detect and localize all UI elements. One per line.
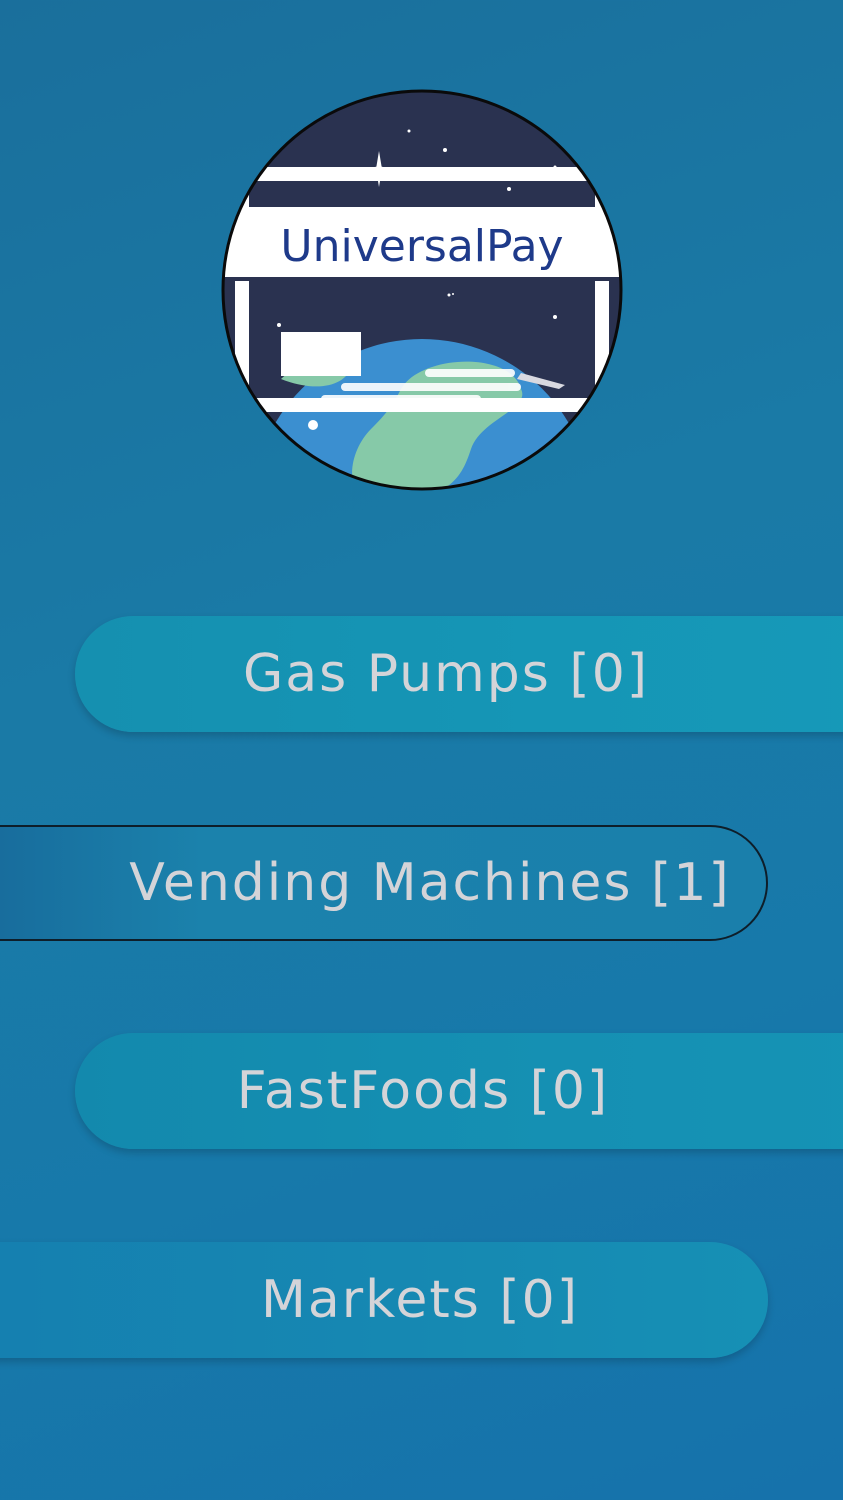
card-chip (281, 332, 361, 376)
gas-pumps-button[interactable]: Gas Pumps [0] (75, 616, 843, 732)
vending-machines-button[interactable]: Vending Machines [1] (0, 825, 768, 941)
fastfoods-label: FastFoods [0] (236, 1061, 610, 1121)
gas-pumps-label: Gas Pumps [0] (242, 644, 650, 704)
fastfoods-button[interactable]: FastFoods [0] (75, 1033, 843, 1149)
rocket-icon (308, 420, 318, 430)
app-logo: UniversalPay (221, 89, 623, 491)
logo-title: UniversalPay (280, 221, 563, 272)
markets-label: Markets [0] (260, 1270, 580, 1330)
markets-button[interactable]: Markets [0] (0, 1242, 768, 1358)
logo-graphic: UniversalPay (221, 89, 623, 491)
vending-machines-label: Vending Machines [1] (129, 853, 731, 913)
